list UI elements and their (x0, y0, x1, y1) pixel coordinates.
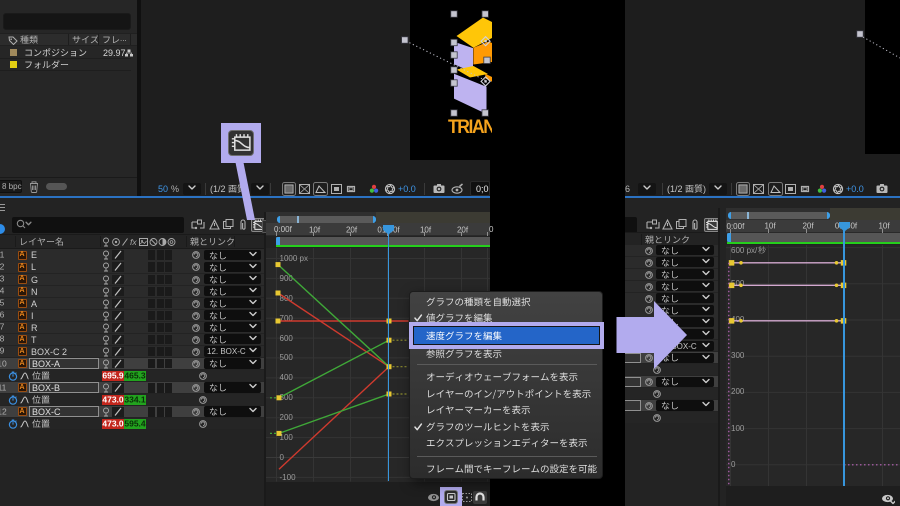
svg-text:TRIAN: TRIAN (448, 115, 492, 137)
